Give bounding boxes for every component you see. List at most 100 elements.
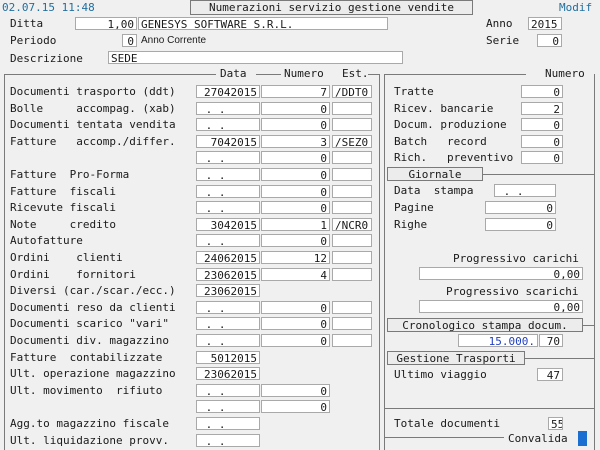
- descrizione-field[interactable]: SEDE: [108, 51, 403, 64]
- right-row-value-field[interactable]: 0: [521, 85, 563, 98]
- periodo-field[interactable]: 0: [122, 34, 137, 47]
- datetime: 02.07.15 11:48: [2, 1, 95, 14]
- left-panel-left-border: [4, 74, 5, 450]
- row-number-field[interactable]: 4: [261, 268, 330, 281]
- cronologico-num-field[interactable]: 15.000.: [458, 334, 538, 347]
- row-est-field[interactable]: [332, 151, 372, 164]
- row-number-field[interactable]: 0: [261, 400, 330, 413]
- row-label: Documenti scarico "vari": [10, 317, 169, 330]
- row-est-field[interactable]: [332, 268, 372, 281]
- row-est-field[interactable]: [332, 168, 372, 181]
- row-date-field[interactable]: 7042015: [196, 135, 260, 148]
- row-date-field[interactable]: 3042015: [196, 218, 260, 231]
- right-row-label: Docum. produzione: [394, 118, 507, 131]
- row-est-field[interactable]: [332, 251, 372, 264]
- row-date-field[interactable]: . . 0: [196, 201, 260, 214]
- row-est-field[interactable]: [332, 317, 372, 330]
- row-number-field[interactable]: 1: [261, 218, 330, 231]
- row-date-field[interactable]: 5012015: [196, 351, 260, 364]
- row-date-field[interactable]: 23062015: [196, 268, 260, 281]
- periodo-description: Anno Corrente: [141, 35, 207, 46]
- row-date-field[interactable]: . . 0: [196, 334, 260, 347]
- row-date-field[interactable]: . . 0: [196, 151, 260, 164]
- totale-field[interactable]: 55: [548, 417, 563, 430]
- row-number-field[interactable]: 7: [261, 85, 330, 98]
- row-label: Diversi (car./scar./ecc.): [10, 284, 176, 297]
- row-label: Ult. operazione magazzino: [10, 367, 176, 380]
- col-header-numero-right: Numero: [543, 67, 587, 81]
- right-row-label: Ricev. bancarie: [394, 102, 494, 115]
- row-est-field[interactable]: [332, 334, 372, 347]
- row-label: Ordini clienti: [10, 251, 123, 264]
- right-row-value-field[interactable]: 0: [521, 118, 563, 131]
- progressivo-carichi-field[interactable]: 0,00: [419, 267, 583, 280]
- row-date-field[interactable]: 27042015: [196, 85, 260, 98]
- row-label: Documenti reso da clienti: [10, 301, 176, 314]
- col-header-numero: Numero: [282, 67, 326, 81]
- row-date-field[interactable]: 23062015: [196, 367, 260, 380]
- row-number-field[interactable]: 3: [261, 135, 330, 148]
- left-panel-top-border-right: [368, 74, 380, 75]
- row-number-field[interactable]: 0: [261, 334, 330, 347]
- row-number-field[interactable]: 0: [261, 201, 330, 214]
- row-number-field[interactable]: 0: [261, 317, 330, 330]
- row-est-field[interactable]: [332, 102, 372, 115]
- ultimo-viaggio-field[interactable]: 47: [537, 368, 563, 381]
- row-number-field[interactable]: 0: [261, 185, 330, 198]
- row-est-field[interactable]: [332, 185, 372, 198]
- ditta-name-field[interactable]: GENESYS SOFTWARE S.R.L.: [138, 17, 388, 30]
- row-date-field[interactable]: . . 0: [196, 384, 260, 397]
- ditta-label: Ditta: [10, 17, 44, 30]
- row-date-field[interactable]: . . 0: [196, 301, 260, 314]
- row-label: Documenti tentata vendita: [10, 118, 176, 131]
- convalida-label: Convalida: [508, 432, 568, 445]
- row-date-field[interactable]: . . 0: [196, 417, 260, 430]
- row-est-field[interactable]: [332, 234, 372, 247]
- totale-label: Totale documenti: [394, 417, 500, 430]
- row-est-field[interactable]: [332, 118, 372, 131]
- row-number-field[interactable]: 0: [261, 151, 330, 164]
- row-number-field[interactable]: 0: [261, 102, 330, 115]
- row-date-field[interactable]: . . 0: [196, 168, 260, 181]
- row-number-field[interactable]: 0: [261, 118, 330, 131]
- row-date-field[interactable]: . . 0: [196, 234, 260, 247]
- progressivo-carichi-label: Progressivo carichi: [453, 252, 579, 265]
- anno-field[interactable]: 2015: [528, 17, 562, 30]
- righe-field[interactable]: 0: [485, 218, 556, 231]
- right-row-label: Rich. preventivo: [394, 151, 514, 164]
- convalida-button[interactable]: [578, 431, 587, 446]
- data-stampa-field[interactable]: . . 0: [494, 184, 556, 197]
- descrizione-label: Descrizione: [10, 52, 83, 65]
- row-number-field[interactable]: 12: [261, 251, 330, 264]
- cronologico-count-field[interactable]: 70: [539, 334, 563, 347]
- row-label: Documenti div. magazzino: [10, 334, 169, 347]
- row-number-field[interactable]: 0: [261, 168, 330, 181]
- row-date-field[interactable]: . . 0: [196, 400, 260, 413]
- row-est-field[interactable]: /NCR0: [332, 218, 372, 231]
- row-number-field[interactable]: 0: [261, 384, 330, 397]
- serie-field[interactable]: 0: [537, 34, 562, 47]
- row-date-field[interactable]: . . 0: [196, 317, 260, 330]
- row-date-field[interactable]: 24062015: [196, 251, 260, 264]
- row-est-field[interactable]: [332, 201, 372, 214]
- right-row-value-field[interactable]: 0: [521, 151, 563, 164]
- pagine-field[interactable]: 0: [485, 201, 556, 214]
- row-date-field[interactable]: . . 0: [196, 434, 260, 447]
- right-row-value-field[interactable]: 2: [521, 102, 563, 115]
- row-est-field[interactable]: /DDT0: [332, 85, 372, 98]
- row-date-field[interactable]: 23062015: [196, 284, 260, 297]
- row-number-field[interactable]: 0: [261, 301, 330, 314]
- row-date-field[interactable]: . . 0: [196, 118, 260, 131]
- right-panel-left-border: [384, 74, 385, 450]
- ditta-code-field[interactable]: 1,00: [75, 17, 137, 30]
- col-header-est: Est.: [340, 67, 371, 81]
- right-row-value-field[interactable]: 0: [521, 135, 563, 148]
- row-label: Fatture fiscali: [10, 185, 116, 198]
- ultimo-viaggio-label: Ultimo viaggio: [394, 368, 487, 381]
- row-number-field[interactable]: 0: [261, 234, 330, 247]
- row-date-field[interactable]: . . 0: [196, 102, 260, 115]
- row-est-field[interactable]: [332, 301, 372, 314]
- progressivo-scarichi-field[interactable]: 0,00: [419, 300, 583, 313]
- row-est-field[interactable]: /SEZ0: [332, 135, 372, 148]
- row-date-field[interactable]: . . 0: [196, 185, 260, 198]
